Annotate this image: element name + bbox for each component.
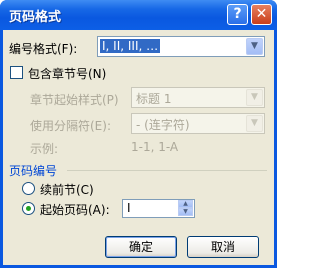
- page-number-format-dialog: 页码格式 ? ✕ 编号格式(F): I, II, III, … ▼ 包含章节号(…: [0, 0, 277, 268]
- start-at-radio[interactable]: [22, 202, 35, 215]
- chevron-down-icon[interactable]: ▼: [246, 38, 263, 55]
- number-format-value: I, II, III, …: [100, 39, 161, 53]
- chevron-down-icon[interactable]: ▼: [246, 115, 263, 132]
- ok-button[interactable]: 确定: [105, 236, 177, 258]
- separator-value: - (连字符): [136, 118, 190, 132]
- chapter-style-select[interactable]: 标题 1 ▼: [131, 87, 265, 108]
- chevron-down-icon[interactable]: ▼: [246, 89, 263, 106]
- start-at-label[interactable]: 起始页码(A):: [40, 201, 110, 218]
- example-label: 示例:: [30, 142, 59, 156]
- spin-down-icon[interactable]: ▼: [178, 208, 193, 216]
- number-format-select[interactable]: I, II, III, … ▼: [97, 36, 265, 57]
- number-format-label: 编号格式(F):: [9, 42, 78, 56]
- dialog-body: 编号格式(F): I, II, III, … ▼ 包含章节号(N) 章节起始样式…: [3, 30, 274, 265]
- help-button[interactable]: ?: [227, 4, 248, 25]
- dialog-title: 页码格式: [9, 10, 62, 25]
- page-numbering-group-title: 页码编号: [9, 164, 58, 178]
- include-chapter-label[interactable]: 包含章节号(N): [28, 65, 106, 82]
- chapter-style-value: 标题 1: [136, 92, 172, 106]
- radio-selected-dot: [26, 206, 31, 211]
- continue-radio[interactable]: [22, 182, 35, 195]
- cancel-button[interactable]: 取消: [187, 236, 259, 258]
- separator-label: 使用分隔符(E):: [30, 119, 111, 133]
- start-at-value[interactable]: I: [127, 201, 131, 215]
- include-chapter-checkbox[interactable]: [10, 66, 23, 79]
- title-bar[interactable]: 页码格式 ? ✕: [0, 0, 277, 30]
- group-divider: [67, 170, 267, 171]
- close-button[interactable]: ✕: [251, 4, 272, 25]
- spin-up-icon[interactable]: ▲: [178, 200, 193, 208]
- chapter-style-label: 章节起始样式(P): [30, 93, 119, 107]
- example-value: 1-1, 1-A: [131, 140, 179, 154]
- separator-select[interactable]: - (连字符) ▼: [131, 113, 265, 134]
- continue-label[interactable]: 续前节(C): [40, 181, 94, 198]
- start-at-spinner[interactable]: I ▲ ▼: [122, 199, 195, 218]
